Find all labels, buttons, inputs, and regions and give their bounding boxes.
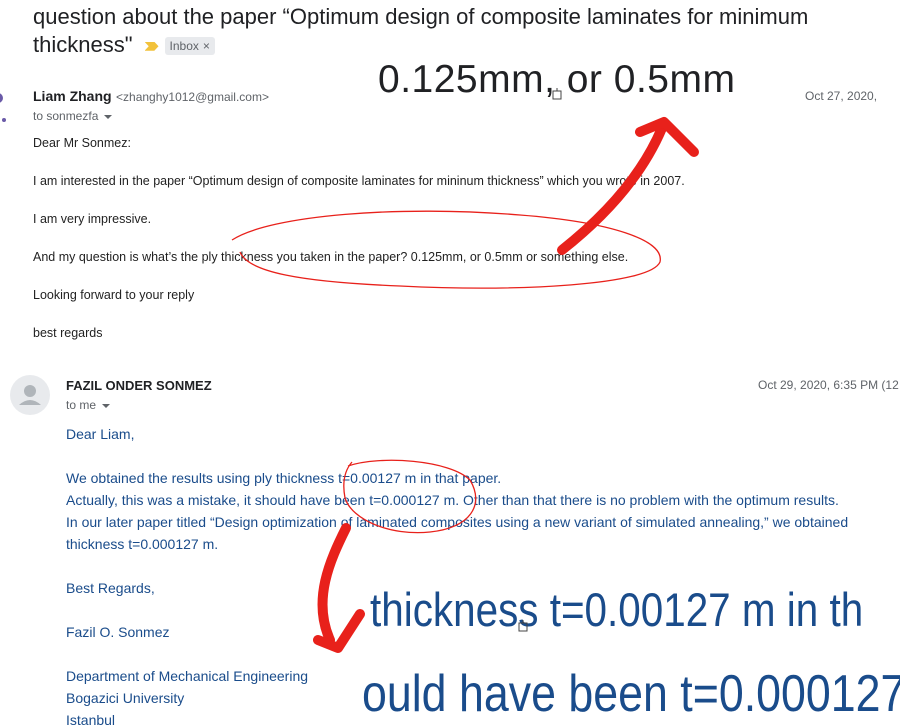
remove-label-icon[interactable]: × — [203, 39, 210, 53]
recipient-details[interactable]: to sonmezfa — [33, 109, 113, 123]
annotation-arrowhead-top — [635, 117, 699, 157]
message2-sender[interactable]: FAZIL ONDER SONMEZ — [66, 377, 212, 395]
text-cursor-icon — [552, 88, 562, 100]
body-line: thickness t=0.000127 m. — [66, 536, 219, 552]
body-line: We obtained the results using ply thickn… — [66, 470, 502, 486]
message2-date: Oct 29, 2020, 6:35 PM (12 — [758, 378, 899, 392]
sender-avatar-icon — [0, 93, 6, 122]
body-line: Best Regards, — [66, 580, 155, 596]
inbox-label-text: Inbox — [169, 39, 199, 54]
annotation-arrow-bottom — [317, 523, 351, 645]
body-line: I am very impressive. — [33, 212, 152, 226]
recipient-text: to sonmezfa — [33, 109, 99, 123]
sender-avatar — [10, 375, 50, 415]
recipient-text: to me — [66, 398, 97, 412]
sender-name: Liam Zhang — [33, 88, 112, 104]
chevron-down-icon[interactable] — [104, 114, 113, 119]
body-line: And my question is what’s the ply thickn… — [33, 250, 629, 264]
body-line: best regards — [33, 326, 103, 340]
annotation-arrowhead-bottom — [313, 609, 365, 653]
body-line: I am interested in the paper “Optimum de… — [33, 174, 685, 188]
message1-sender[interactable]: Liam Zhang <zhanghy1012@gmail.com> — [33, 88, 269, 106]
text-cursor-icon — [518, 620, 528, 632]
body-line: Dear Liam, — [66, 426, 135, 442]
importance-marker-icon[interactable] — [144, 41, 159, 51]
body-line: In our later paper titled “Design optimi… — [66, 514, 849, 530]
body-line: Department of Mechanical Engineering — [66, 668, 309, 684]
person-icon — [19, 385, 41, 405]
message1-date: Oct 27, 2020, — [805, 89, 878, 103]
recipient-details[interactable]: to me — [66, 398, 111, 412]
chevron-down-icon[interactable] — [102, 403, 111, 408]
zoomed-annotation-middle: thickness t=0.00127 m in th — [370, 583, 864, 636]
zoomed-annotation-bottom: ould have been t=0.000127 — [362, 665, 900, 723]
email-subject: question about the paper “Optimum design… — [33, 3, 873, 59]
body-line: Dear Mr Sonmez: — [33, 136, 131, 150]
body-line: Bogazici University — [66, 690, 185, 706]
sender-name: FAZIL ONDER SONMEZ — [66, 378, 212, 393]
body-line: Istanbul — [66, 712, 116, 728]
body-line: Actually, this was a mistake, it should … — [66, 492, 839, 508]
body-line: Looking forward to your reply — [33, 288, 195, 302]
annotation-arrow-top — [557, 123, 667, 255]
sender-email: <zhanghy1012@gmail.com> — [116, 90, 269, 104]
inbox-label[interactable]: Inbox × — [164, 37, 215, 56]
body-line: Fazil O. Sonmez — [66, 624, 170, 640]
